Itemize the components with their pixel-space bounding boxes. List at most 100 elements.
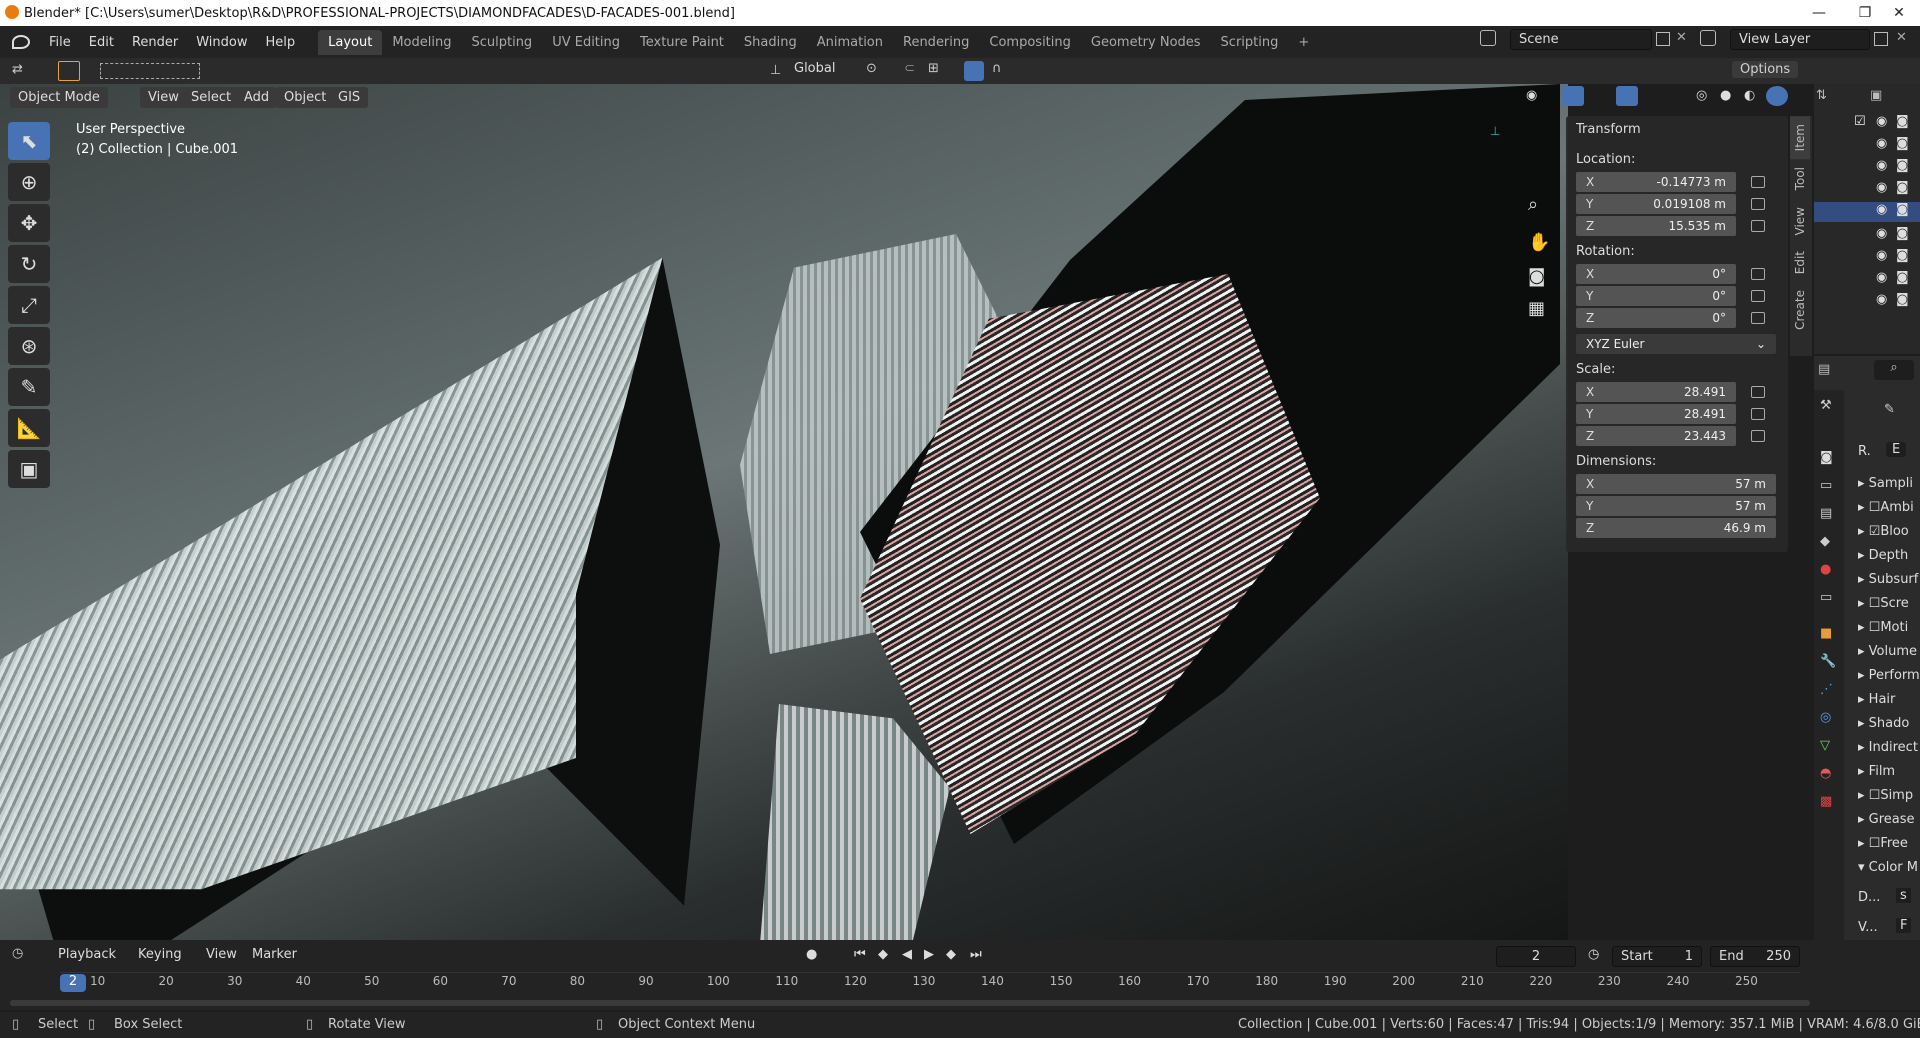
texture-properties-icon[interactable]: ▩ [1820,794,1832,809]
scale-tool-icon[interactable]: ⤢ [8,286,50,324]
new-view-layer-icon[interactable] [1874,32,1888,46]
minimize-button[interactable]: — [1796,0,1842,26]
menu-render[interactable]: Render [123,35,187,50]
tab-create[interactable]: Create [1790,282,1810,338]
lock-icon[interactable] [1751,290,1765,302]
rendered-shading-icon[interactable] [1766,86,1788,106]
panel-indirect[interactable]: ▸ Indirect [1858,740,1918,755]
move-tool-icon[interactable]: ✥ [8,204,50,242]
delete-scene-icon[interactable]: ✕ [1676,30,1687,45]
header-object[interactable]: Object [276,87,335,108]
properties-editor-type-icon[interactable]: ▤ [1818,362,1830,377]
jump-start-icon[interactable]: ⏮ [854,947,866,962]
rotation-x-field[interactable]: X 0° [1576,264,1736,284]
camera-icon[interactable]: ◙ [1896,292,1909,307]
snap-icon[interactable]: ⊂ [904,61,915,76]
location-z-field[interactable]: Z 15.535 m [1576,216,1736,236]
camera-icon[interactable]: ◙ [1896,202,1909,217]
solid-shading-icon[interactable]: ● [1720,88,1731,103]
eye-icon[interactable]: ◉ [1876,180,1887,195]
panel-hair[interactable]: ▸ Hair [1858,692,1895,707]
outliner-display-icon[interactable]: ▣ [1870,88,1882,103]
eye-icon[interactable]: ◉ [1876,292,1887,307]
tab-item[interactable]: Item [1790,116,1810,160]
panel-performance[interactable]: ▸ Perform [1858,668,1920,683]
properties-search-icon[interactable]: ⌕ [1874,360,1914,380]
camera-icon[interactable]: ◙ [1896,136,1909,151]
transform-tool-icon[interactable]: ⊛ [8,327,50,365]
view-layer-icon[interactable] [1700,30,1716,46]
tab-edit[interactable]: Edit [1790,243,1810,282]
physics-properties-icon[interactable]: ◎ [1820,710,1831,725]
header-add[interactable]: Add [236,87,278,108]
start-frame-field[interactable]: Start 1 [1612,946,1702,967]
zoom-icon[interactable]: ⌕ [1528,194,1538,215]
cursor-tool-icon[interactable]: ⊕ [8,163,50,201]
gizmo-toggle-icon[interactable] [1562,86,1584,106]
panel-volumetrics[interactable]: ▸ Volume [1858,644,1917,659]
view-transform-dropdown[interactable]: F [1896,918,1912,933]
options-dropdown[interactable]: Options [1732,61,1799,78]
scale-y-field[interactable]: Y 28.491 [1576,404,1736,424]
material-shading-icon[interactable]: ◐ [1744,88,1755,103]
particles-properties-icon[interactable]: ⋰ [1820,682,1833,697]
eye-icon[interactable]: ◉ [1876,226,1887,241]
list-item[interactable]: ◉ ◙ [1814,180,1920,198]
header-gis[interactable]: GIS [330,87,369,108]
scene-icon[interactable] [1480,30,1496,46]
pivot-icon[interactable]: ⊙ [866,61,877,76]
lock-icon[interactable] [1751,408,1765,420]
mode-dropdown[interactable]: Object Mode [10,87,108,108]
panel-bloom[interactable]: ▸ ☑Bloo [1858,524,1909,539]
tab-compositing[interactable]: Compositing [979,30,1081,55]
list-item[interactable]: ◉ ◙ [1814,226,1920,244]
axis-gizmo[interactable]: ⊥ [1490,124,1500,138]
add-workspace-button[interactable]: + [1288,30,1319,55]
tab-uv-editing[interactable]: UV Editing [542,30,630,55]
display-device-dropdown[interactable]: s [1896,888,1911,903]
output-properties-icon[interactable]: ▭ [1820,478,1832,493]
panel-film[interactable]: ▸ Film [1858,764,1895,779]
scene-properties-icon[interactable]: ◆ [1820,534,1830,549]
eye-icon[interactable]: ◉ [1876,248,1887,263]
dimensions-z-field[interactable]: Z 46.9 m [1576,518,1776,538]
lock-icon[interactable] [1751,312,1765,324]
tab-view[interactable]: View [1790,199,1810,243]
scale-z-field[interactable]: Z 23.443 [1576,426,1736,446]
new-scene-icon[interactable] [1656,32,1670,46]
lock-icon[interactable] [1751,268,1765,280]
lock-icon[interactable] [1751,386,1765,398]
camera-icon[interactable]: ◙ [1896,180,1909,195]
panel-color-management[interactable]: ▾ Color M [1858,860,1918,875]
list-item[interactable]: ☑ ◉ ◙ [1814,114,1920,132]
camera-icon[interactable]: ◙ [1896,270,1909,285]
lock-icon[interactable] [1751,198,1765,210]
blender-menu-icon[interactable] [12,35,30,49]
header-view[interactable]: View [140,87,187,108]
view-layer-properties-icon[interactable]: ▤ [1820,506,1832,521]
checkbox-icon[interactable]: ☑ [1854,114,1866,129]
eye-icon[interactable]: ◉ [1876,136,1887,151]
proportional-edit-icon[interactable] [964,61,984,81]
editor-type-icon[interactable]: ⇄ [12,62,40,80]
camera-icon[interactable]: ◙ [1896,114,1909,129]
panel-depth-of-field[interactable]: ▸ Depth [1858,548,1908,563]
camera-icon[interactable]: ◙ [1896,248,1909,263]
marker-menu[interactable]: Marker [252,947,297,962]
list-item-selected[interactable]: ◉ ◙ [1814,202,1920,222]
list-item[interactable]: ◉ ◙ [1814,292,1920,310]
timeline-scrollbar[interactable] [10,1000,1810,1006]
modifier-properties-icon[interactable]: 🔧 [1820,654,1836,669]
camera-icon[interactable]: ◙ [1528,266,1545,287]
close-button[interactable]: ✕ [1876,0,1920,26]
selection-mode-icons[interactable] [100,63,200,79]
eye-icon[interactable]: ◉ [1876,158,1887,173]
list-item[interactable]: ◉ ◙ [1814,158,1920,176]
menu-help[interactable]: Help [257,35,305,50]
world-properties-icon[interactable]: ● [1820,562,1831,577]
scale-x-field[interactable]: X 28.491 [1576,382,1736,402]
select-tool-icon[interactable] [58,61,80,81]
jump-end-icon[interactable]: ⏭ [970,947,982,962]
eye-icon[interactable]: ◉ [1876,114,1887,129]
playhead[interactable]: 2 [60,974,86,992]
